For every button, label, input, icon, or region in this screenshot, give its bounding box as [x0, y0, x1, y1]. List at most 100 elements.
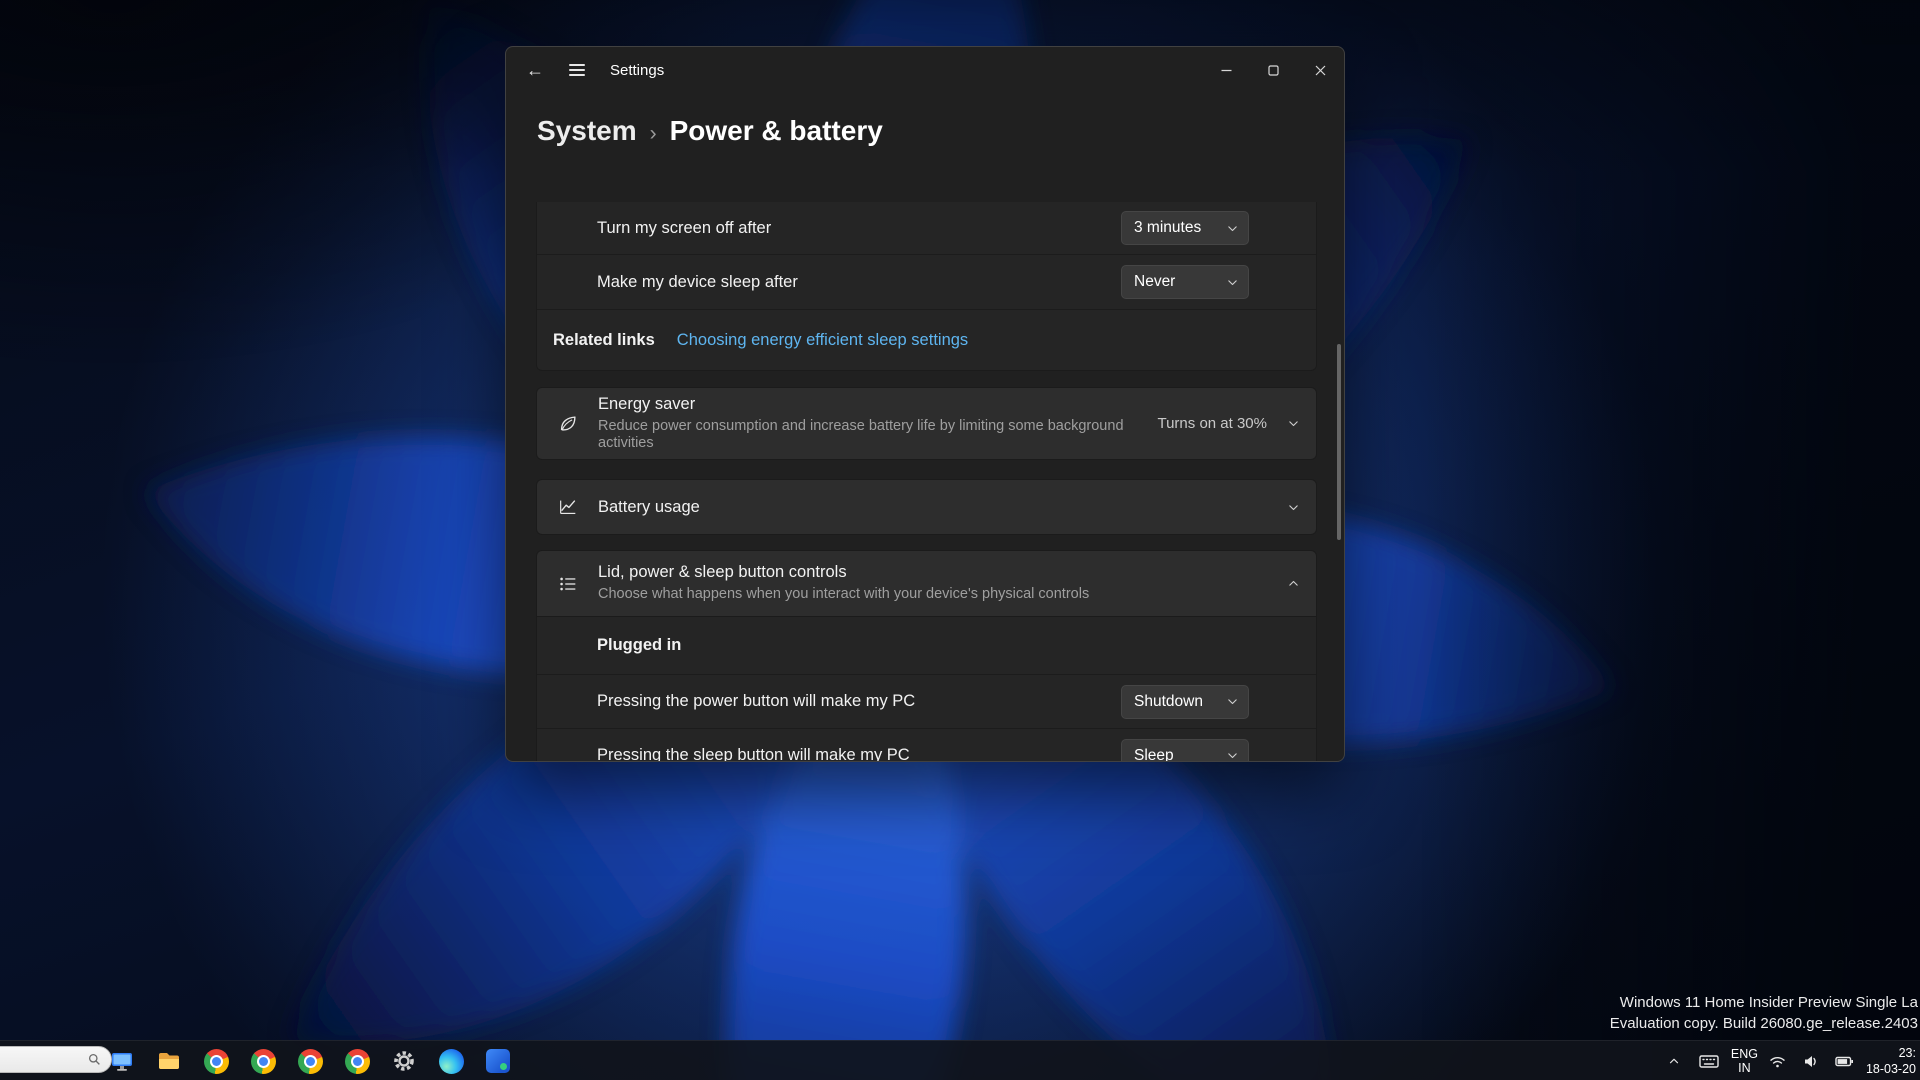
settings-gear-icon [394, 1051, 414, 1071]
minimize-button[interactable] [1203, 47, 1250, 93]
battery-usage-icon [560, 500, 576, 515]
tray-overflow-button[interactable] [1661, 1043, 1687, 1079]
search-box[interactable] [0, 1046, 112, 1073]
taskbar-item-browser-4[interactable] [339, 1043, 375, 1079]
clock-time: 23: [1898, 1045, 1916, 1060]
edge-icon [438, 1048, 464, 1074]
dropdown-value: 3 minutes [1134, 219, 1202, 236]
language-primary: ENG [1730, 1046, 1758, 1061]
device-sleep-dropdown[interactable]: Never [1121, 265, 1249, 299]
related-links-label: Related links [553, 330, 655, 349]
dropdown-value: Never [1134, 273, 1176, 290]
plugged-in-header: Plugged in [597, 636, 682, 654]
volume-button[interactable] [1798, 1043, 1824, 1079]
file-explorer-icon [159, 1053, 179, 1069]
chevron-down-icon [1228, 225, 1237, 231]
back-icon: ← [526, 59, 544, 80]
search-icon [88, 1053, 100, 1065]
energy-saver-icon [560, 415, 576, 431]
taskbar-item-browser-1[interactable] [198, 1043, 234, 1079]
taskbar-item-browser-3[interactable] [292, 1043, 328, 1079]
battery-button[interactable] [1831, 1043, 1859, 1079]
setting-row-power-button: Pressing the power button will make my P… [537, 675, 1316, 728]
chevron-down-icon [1228, 279, 1237, 285]
close-button[interactable] [1297, 47, 1344, 93]
energy-saver-card[interactable]: Energy saver Reduce power consumption an… [536, 387, 1317, 460]
chrome-icon [203, 1048, 229, 1074]
taskbar-item-edge[interactable] [433, 1043, 469, 1079]
screen-off-dropdown[interactable]: 3 minutes [1121, 211, 1249, 245]
chrome-icon [250, 1048, 276, 1074]
taskbar-item-file-explorer[interactable] [151, 1043, 187, 1079]
volume-icon [1804, 1055, 1816, 1067]
dropdown-value: Sleep [1134, 746, 1174, 762]
lid-controls-icon [560, 577, 576, 590]
settings-content: Turn my screen off after 3 minutes Make … [536, 197, 1317, 761]
pc-icon [112, 1053, 132, 1071]
chevron-down-icon [1228, 699, 1237, 705]
lid-controls-expanded: Plugged in Pressing the power button wil… [536, 617, 1317, 761]
sleep-button-dropdown[interactable]: Sleep [1121, 738, 1249, 762]
lid-controls-card[interactable]: Lid, power & sleep button controls Choos… [536, 550, 1317, 617]
clock-date: 18-03-20 [1865, 1062, 1916, 1076]
card-text: Energy saver Reduce power consumption an… [598, 395, 1128, 452]
maximize-button[interactable] [1250, 47, 1297, 93]
setting-label: Make my device sleep after [597, 272, 798, 291]
card-text: Battery usage [598, 498, 700, 517]
card-description: Choose what happens when you interact wi… [598, 586, 1090, 603]
system-tray: ENG IN 23: 18-03-20 [1661, 1041, 1920, 1080]
card-description: Reduce power consumption and increase ba… [598, 417, 1124, 451]
touch-keyboard-icon [1699, 1054, 1719, 1068]
taskbar-item-pc[interactable] [104, 1043, 140, 1079]
card-title: Battery usage [598, 497, 700, 516]
clock[interactable]: 23: 18-03-20 [1866, 1045, 1916, 1078]
network-button[interactable] [1765, 1043, 1791, 1079]
energy-efficient-sleep-link[interactable]: Choosing energy efficient sleep settings [677, 331, 968, 350]
window-title: Settings [610, 61, 665, 79]
watermark-line2: Evaluation copy. Build 26080.ge_release.… [1609, 1015, 1918, 1032]
setting-label: Turn my screen off after [597, 218, 772, 237]
battery-icon [1835, 1056, 1854, 1066]
chevron-down-icon [1289, 421, 1298, 427]
evaluation-watermark: Windows 11 Home Insider Preview Single L… [1610, 992, 1918, 1034]
navigation-menu-button[interactable] [556, 52, 598, 88]
chrome-icon [297, 1048, 323, 1074]
watermark-line1: Windows 11 Home Insider Preview Single L… [1619, 994, 1918, 1011]
caption-buttons [1203, 47, 1344, 93]
desktop: Windows 11 Home Insider Preview Single L… [0, 0, 1920, 1080]
language-indicator[interactable]: ENG IN [1731, 1047, 1758, 1076]
power-button-dropdown[interactable]: Shutdown [1121, 684, 1249, 719]
maximize-icon [1268, 64, 1279, 76]
breadcrumb: System › Power & battery [506, 93, 1344, 147]
chevron-down-icon [1289, 504, 1298, 510]
chevron-up-icon [1289, 580, 1298, 586]
page-title: Power & battery [669, 115, 883, 146]
language-secondary: IN [1738, 1061, 1751, 1075]
scrollbar[interactable] [1337, 344, 1341, 540]
screen-sleep-section: Turn my screen off after 3 minutes Make … [536, 202, 1317, 371]
setting-row-device-sleep: Make my device sleep after Never [537, 255, 1316, 309]
setting-row-sleep-button: Pressing the sleep button will make my P… [537, 729, 1316, 761]
taskbar-item-browser-2[interactable] [245, 1043, 281, 1079]
settings-window: ← Settings System › Power & battery Turn… [505, 46, 1345, 762]
related-links-row: Related links Choosing energy efficient … [537, 310, 1316, 370]
card-title: Lid, power & sleep button controls [598, 563, 847, 582]
card-title: Energy saver [598, 394, 696, 413]
energy-saver-status: Turns on at 30% [1157, 415, 1267, 432]
breadcrumb-separator: › [649, 122, 657, 145]
card-text: Lid, power & sleep button controls Choos… [598, 563, 1089, 603]
close-icon [1315, 65, 1326, 75]
app-tile-icon [486, 1049, 510, 1073]
setting-row-screen-off: Turn my screen off after 3 minutes [537, 202, 1316, 254]
chevron-down-icon [1228, 753, 1237, 759]
taskbar-item-app[interactable] [480, 1043, 516, 1079]
titlebar: ← Settings [506, 47, 1344, 93]
back-button[interactable]: ← [514, 52, 556, 88]
breadcrumb-parent[interactable]: System [537, 115, 637, 147]
touch-keyboard-button[interactable] [1694, 1043, 1724, 1079]
taskbar-icons [104, 1043, 516, 1079]
battery-usage-card[interactable]: Battery usage [536, 479, 1317, 535]
wifi-icon [1770, 1056, 1786, 1067]
taskbar-item-settings[interactable] [386, 1043, 422, 1079]
chevron-up-icon [1669, 1058, 1678, 1064]
